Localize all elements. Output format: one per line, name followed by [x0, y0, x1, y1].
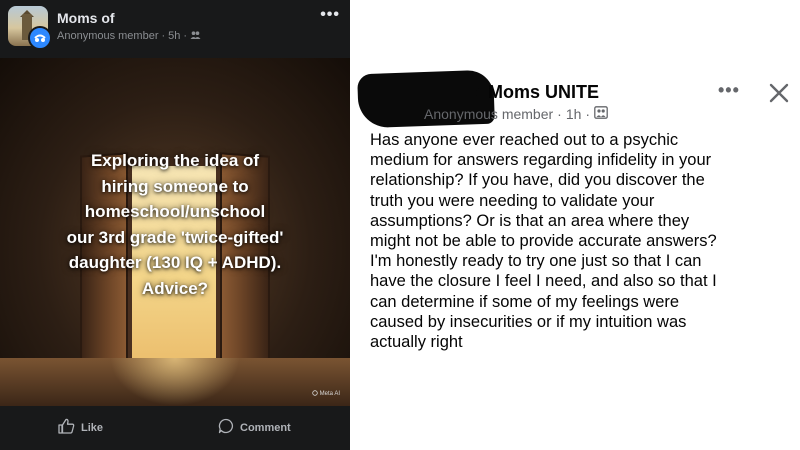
post-time[interactable]: 5h — [168, 30, 180, 42]
meta-logo-icon — [311, 390, 318, 398]
more-horizontal-icon[interactable]: ••• — [320, 6, 340, 24]
right-post-card: Moms UNITE Anonymous member · 1h · ••• H… — [350, 0, 800, 450]
action-bar: Like Comment — [0, 406, 350, 450]
more-horizontal-icon[interactable]: ••• — [718, 80, 740, 101]
post-body-text: Has anyone ever reached out to a psychic… — [370, 131, 717, 352]
like-button[interactable]: Like — [58, 418, 103, 437]
members-icon — [190, 30, 201, 42]
post-image[interactable]: Exploring the idea of hiring someone to … — [0, 58, 350, 406]
meta-separator: · — [557, 106, 562, 122]
thumbs-up-icon — [58, 418, 75, 437]
anonymous-badge-icon — [28, 26, 52, 50]
like-label: Like — [81, 421, 104, 434]
post-meta: Anonymous member · 1h · — [424, 106, 608, 122]
meta-separator: · — [161, 30, 166, 42]
left-post-card: Moms of Anonymous member · 5h · ••• Expl… — [0, 0, 350, 450]
group-name[interactable]: Moms UNITE — [488, 82, 599, 103]
post-time[interactable]: 1h — [566, 106, 582, 122]
ai-watermark: Meta AI — [311, 390, 340, 398]
members-icon — [594, 106, 608, 122]
close-icon[interactable] — [768, 82, 790, 104]
watermark-text: Meta AI — [319, 391, 340, 397]
image-caption-text: Exploring the idea of hiring someone to … — [66, 151, 284, 298]
comment-icon — [218, 418, 234, 437]
author-name[interactable]: Anonymous member — [57, 30, 159, 42]
group-name[interactable]: Moms of — [57, 10, 115, 26]
comment-label: Comment — [240, 421, 291, 434]
meta-separator: · — [585, 106, 591, 122]
post-meta: Anonymous member · 5h · — [57, 30, 201, 42]
author-name[interactable]: Anonymous member — [424, 106, 553, 122]
comment-button[interactable]: Comment — [218, 418, 291, 437]
floor-glow-shape — [110, 358, 240, 406]
meta-separator: · — [183, 30, 188, 42]
